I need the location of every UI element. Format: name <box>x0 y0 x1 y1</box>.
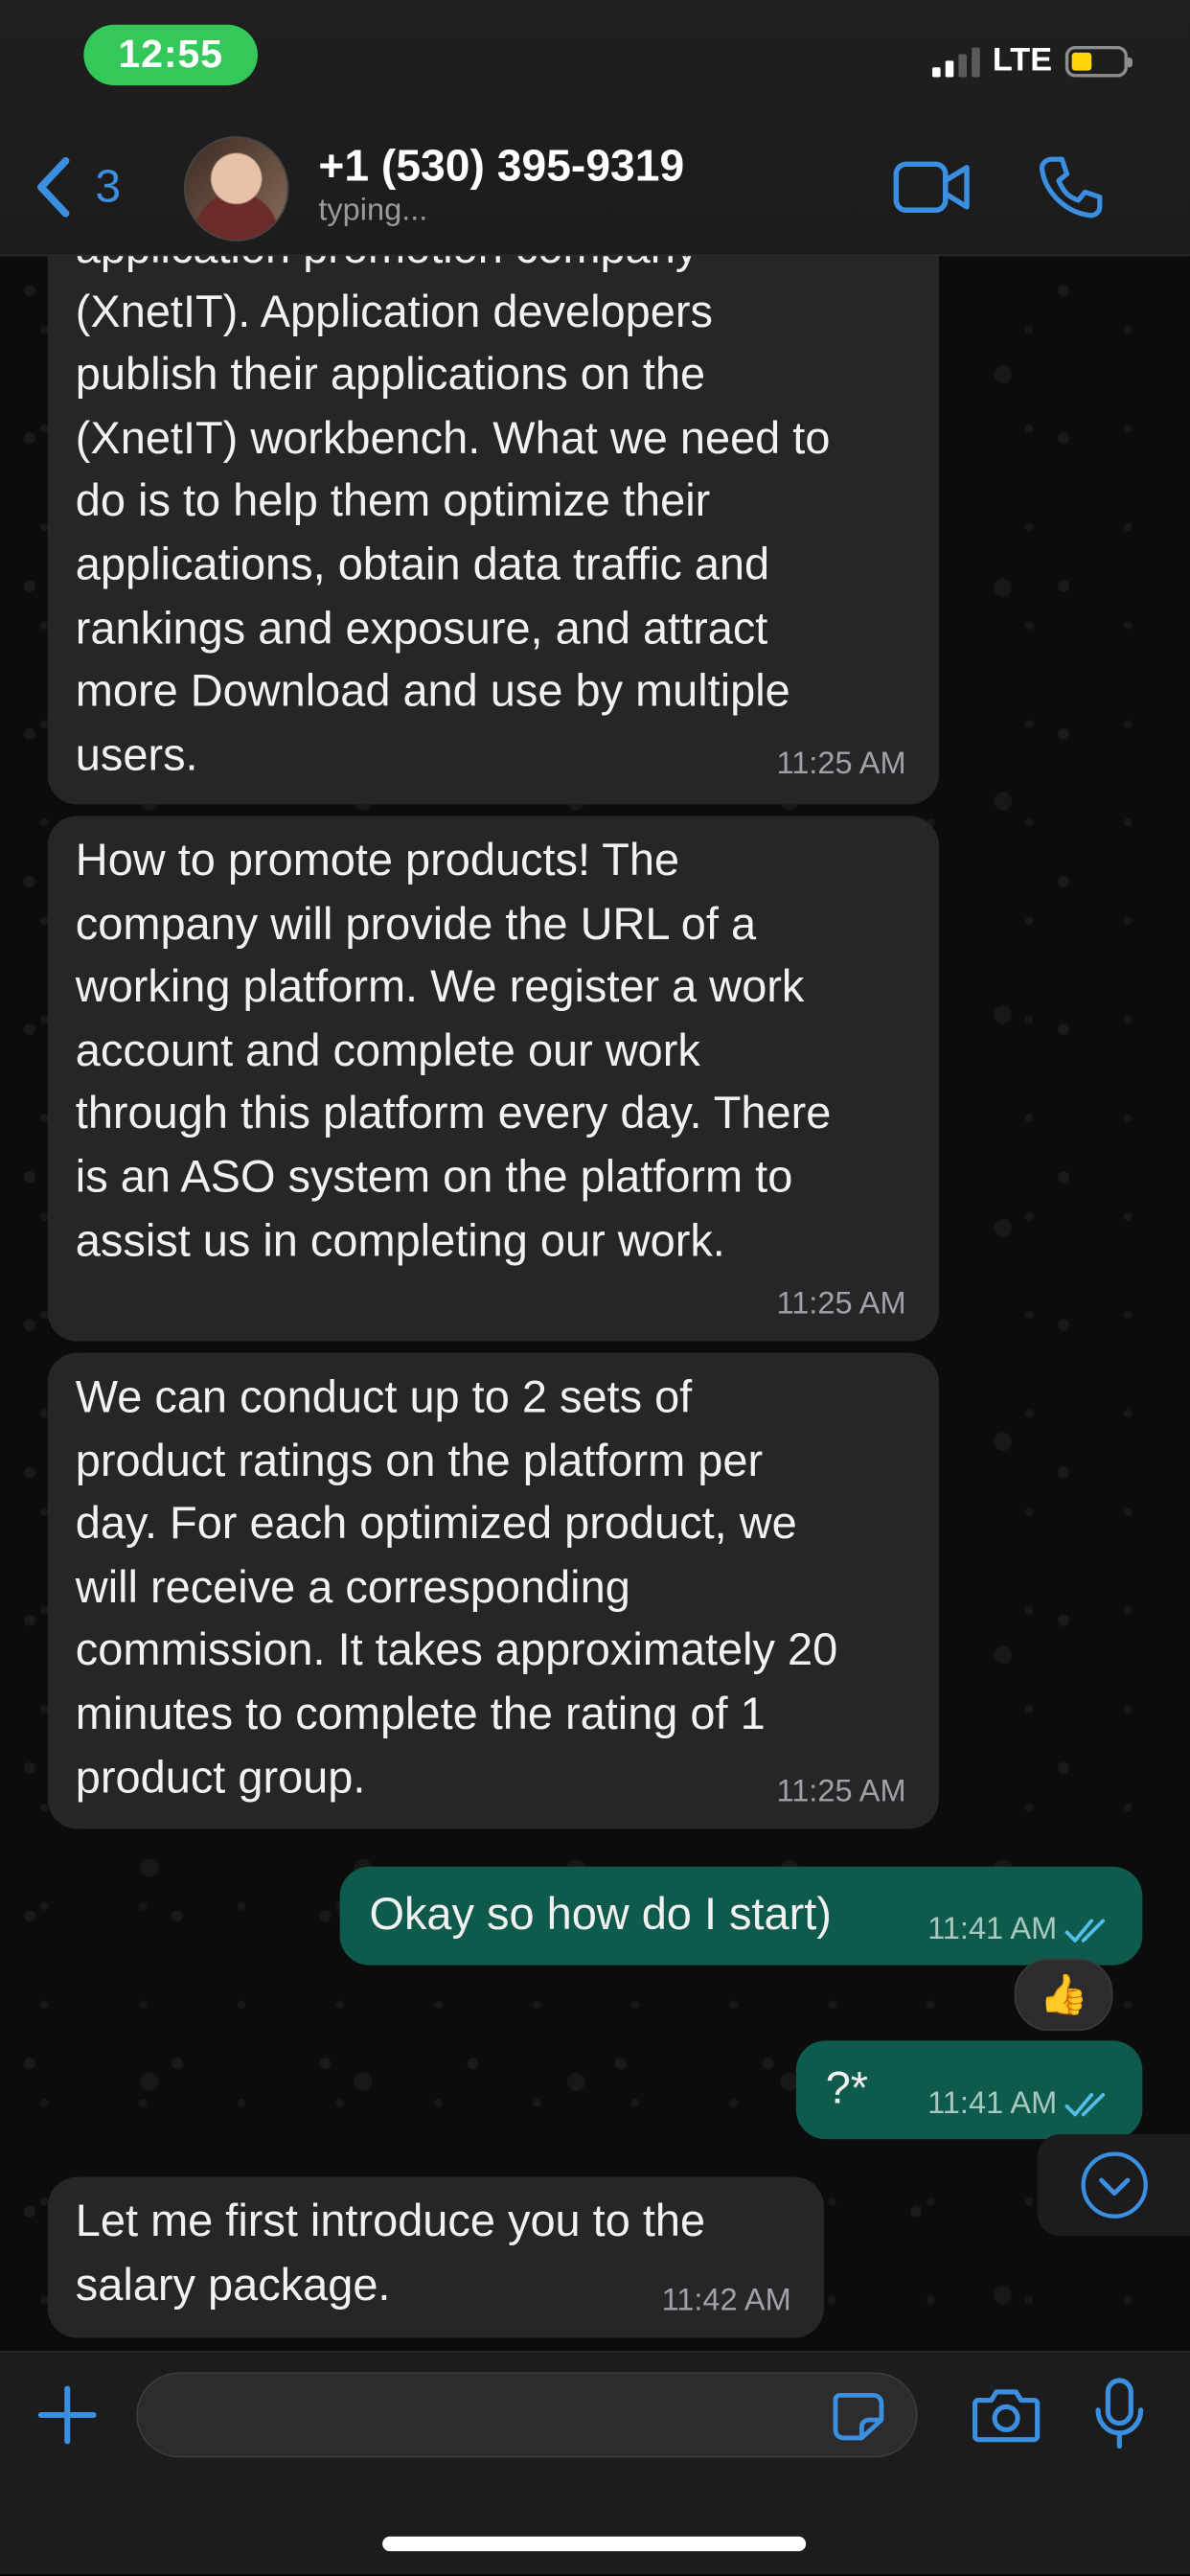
message-bubble-incoming[interactable]: Let me first introduce you to the salary… <box>47 2176 824 2338</box>
message-text: How to promote products! The company wil… <box>75 834 832 1266</box>
network-label: LTE <box>992 42 1053 80</box>
message-input[interactable] <box>136 2372 918 2458</box>
message-bubble-incoming[interactable]: application promotion company (XnetIT). … <box>47 213 939 805</box>
back-button[interactable]: 3 <box>33 156 121 218</box>
double-check-icon <box>1064 2093 1106 2117</box>
message-time: 11:41 AM <box>927 1912 1058 1947</box>
video-camera-icon[interactable] <box>893 157 972 217</box>
microphone-icon[interactable] <box>1093 2378 1146 2450</box>
sticker-icon[interactable] <box>831 2390 886 2443</box>
chevron-down-icon <box>1080 2151 1148 2219</box>
double-check-icon <box>1064 1919 1106 1943</box>
message-timestamp: 11:41 AM <box>927 1914 1112 1946</box>
phone-icon[interactable] <box>1038 154 1104 220</box>
home-indicator <box>382 2536 807 2552</box>
contact-name: +1 (530) 395-9319 <box>318 141 685 191</box>
message-timestamp: 11:42 AM <box>661 2283 791 2318</box>
message-timestamp: 11:25 AM <box>776 1774 906 1809</box>
unread-count: 3 <box>95 160 122 212</box>
chevron-left-icon <box>36 157 70 218</box>
avatar[interactable] <box>183 136 289 242</box>
chat-screen: application promotion company (XnetIT). … <box>0 0 1190 2575</box>
message-timestamp: 11:25 AM <box>776 1287 906 1322</box>
cellular-signal-icon <box>931 46 980 77</box>
battery-icon <box>1064 45 1133 78</box>
composer-bar <box>0 2351 1190 2575</box>
message-text: We can conduct up to 2 sets of product r… <box>75 1370 838 1803</box>
message-text: application promotion company (XnetIT). … <box>75 221 831 780</box>
plus-icon[interactable] <box>36 2383 99 2446</box>
camera-icon[interactable] <box>972 2385 1041 2445</box>
message-bubble-incoming[interactable]: We can conduct up to 2 sets of product r… <box>47 1352 939 1829</box>
thumbs-up-icon: 👍 <box>1039 1972 1088 2017</box>
reaction-badge[interactable]: 👍 <box>1014 1958 1113 2032</box>
status-indicators: LTE <box>931 42 1133 80</box>
chat-header: 12:55 LTE 3 +1 (530) 395-9319 typing... <box>0 0 1190 257</box>
status-time: 12:55 <box>83 24 258 86</box>
message-time: 11:41 AM <box>927 2086 1058 2122</box>
scroll-to-bottom-button[interactable] <box>1037 2134 1190 2237</box>
message-bubble-outgoing[interactable]: Okay so how do I start) 11:41 AM <box>339 1866 1143 1966</box>
contact-info[interactable]: +1 (530) 395-9319 typing... <box>318 141 684 230</box>
message-timestamp: 11:25 AM <box>776 747 906 782</box>
message-bubble-outgoing[interactable]: ?* 11:41 AM <box>795 2040 1143 2140</box>
contact-status: typing... <box>318 194 428 229</box>
message-timestamp: 11:41 AM <box>927 2086 1112 2122</box>
message-bubble-incoming[interactable]: How to promote products! The company wil… <box>47 816 939 1342</box>
